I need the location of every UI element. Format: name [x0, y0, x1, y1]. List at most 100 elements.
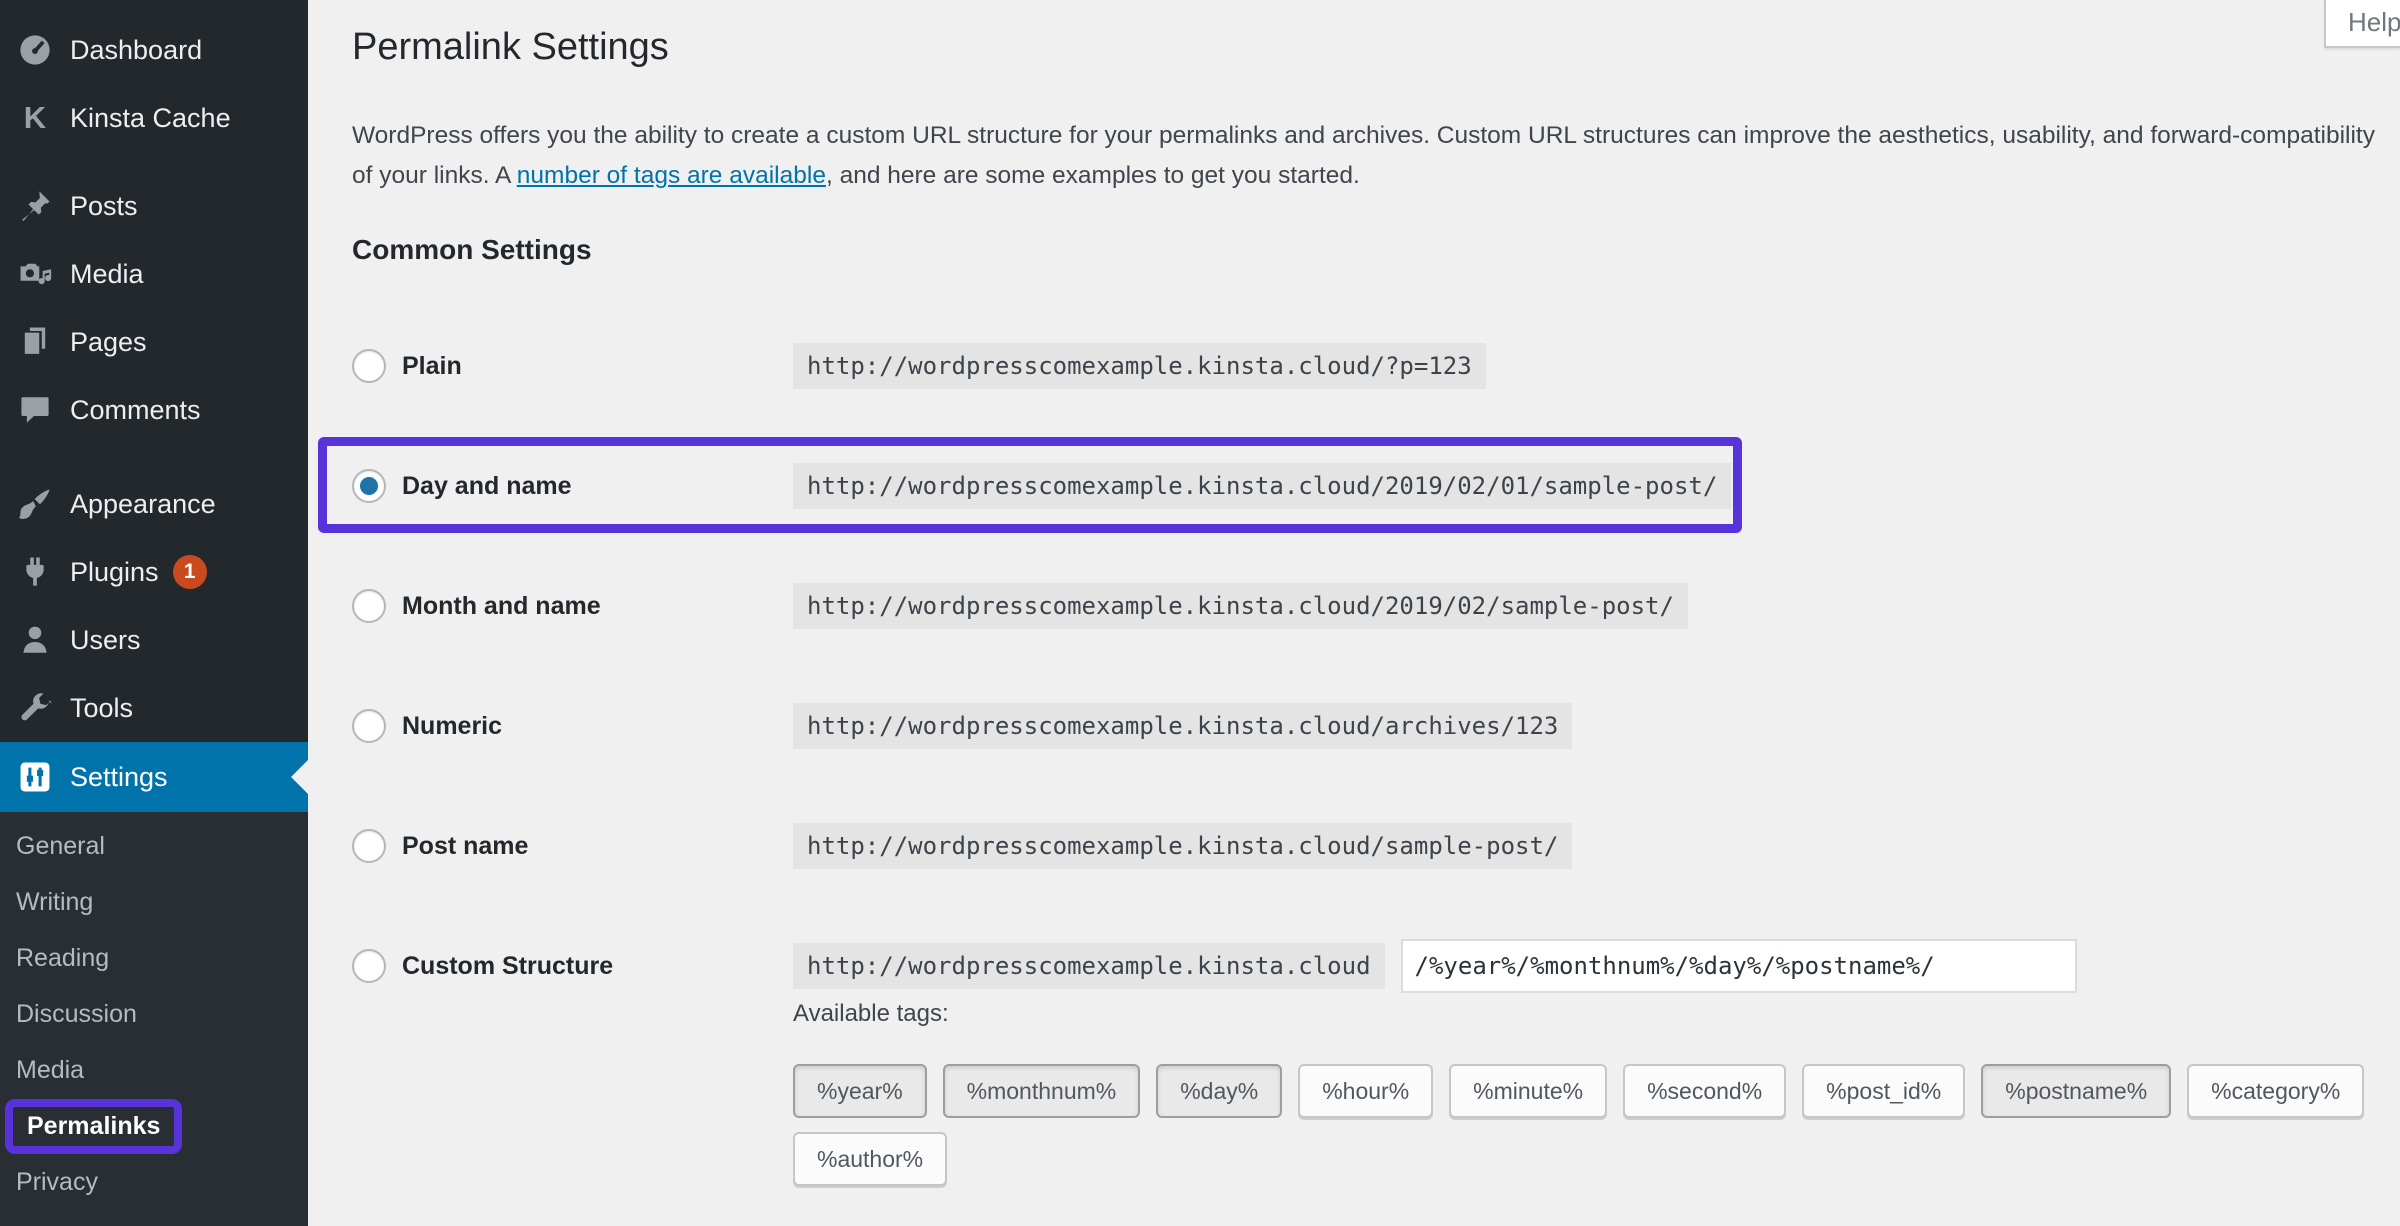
- tag-button-category[interactable]: %category%: [2187, 1064, 2365, 1118]
- sidebar-item-label: Appearance: [70, 488, 216, 519]
- menu-separator: [0, 444, 308, 470]
- day-and-name-radio[interactable]: [352, 469, 386, 503]
- sidebar-item-settings[interactable]: Settings: [0, 742, 308, 812]
- sidebar-item-label: Settings: [70, 761, 168, 792]
- tag-button-second[interactable]: %second%: [1623, 1064, 1787, 1118]
- submenu-label: General: [16, 831, 105, 860]
- tag-button-monthnum[interactable]: %monthnum%: [942, 1064, 1141, 1118]
- plugins-update-badge: 1: [172, 555, 207, 589]
- submenu-item-discussion[interactable]: Discussion: [0, 986, 308, 1042]
- post-name-label: Post name: [402, 831, 529, 860]
- option-row-month-and-name: Month and name http://wordpresscomexampl…: [352, 546, 2077, 666]
- month-and-name-example-url: http://wordpresscomexample.kinsta.cloud/…: [793, 583, 1688, 629]
- submenu-item-reading[interactable]: Reading: [0, 930, 308, 986]
- intro-text-after: , and here are some examples to get you …: [825, 162, 1360, 189]
- tag-button-hour[interactable]: %hour%: [1298, 1064, 1434, 1118]
- sidebar-item-dashboard[interactable]: Dashboard: [0, 16, 308, 84]
- custom-structure-radio[interactable]: [352, 949, 386, 983]
- submenu-item-general[interactable]: General: [0, 818, 308, 874]
- tag-button-year[interactable]: %year%: [793, 1064, 927, 1118]
- plain-example-url: http://wordpresscomexample.kinsta.cloud/…: [793, 343, 1486, 389]
- available-tags-label: Available tags:: [793, 1000, 949, 1027]
- available-tags-buttons: %year% %monthnum% %day% %hour% %minute% …: [793, 1064, 2400, 1186]
- month-and-name-radio[interactable]: [352, 589, 386, 623]
- custom-structure-input[interactable]: [1400, 939, 2077, 993]
- pushpin-icon: [16, 187, 54, 225]
- numeric-option[interactable]: Numeric: [352, 709, 793, 743]
- tag-button-author[interactable]: %author%: [793, 1132, 948, 1186]
- admin-sidebar: Dashboard K Kinsta Cache Posts Media Pag…: [0, 0, 308, 1226]
- admin-menu: Dashboard K Kinsta Cache Posts Media Pag…: [0, 0, 308, 812]
- submenu-label: Discussion: [16, 999, 137, 1028]
- settings-sliders-icon: [16, 758, 54, 796]
- common-settings-heading: Common Settings: [352, 234, 592, 265]
- submenu-label: Privacy: [16, 1167, 98, 1196]
- page-title: Permalink Settings: [352, 26, 669, 68]
- sidebar-item-comments[interactable]: Comments: [0, 376, 308, 444]
- option-row-day-and-name: Day and name http://wordpresscomexample.…: [352, 426, 2077, 546]
- numeric-example-url: http://wordpresscomexample.kinsta.cloud/…: [793, 703, 1573, 749]
- permalinks-highlight-annotation: Permalinks: [5, 1098, 183, 1154]
- sidebar-item-label: Users: [70, 624, 141, 655]
- sidebar-item-label: Tools: [70, 692, 134, 723]
- menu-separator: [0, 152, 308, 172]
- permalink-options: Plain http://wordpresscomexample.kinsta.…: [352, 306, 2077, 1026]
- day-and-name-option[interactable]: Day and name: [352, 469, 793, 503]
- intro-paragraph: WordPress offers you the ability to crea…: [352, 116, 2382, 196]
- option-row-numeric: Numeric http://wordpresscomexample.kinst…: [352, 666, 2077, 786]
- option-row-post-name: Post name http://wordpresscomexample.kin…: [352, 786, 2077, 906]
- tag-button-post-id[interactable]: %post_id%: [1802, 1064, 1966, 1118]
- sidebar-item-label: Pages: [70, 326, 147, 357]
- sidebar-item-kinsta-cache[interactable]: K Kinsta Cache: [0, 84, 308, 152]
- post-name-option[interactable]: Post name: [352, 829, 793, 863]
- dashboard-icon: [16, 31, 54, 69]
- settings-submenu: General Writing Reading Discussion Media…: [0, 812, 308, 1226]
- custom-structure-url-prefix: http://wordpresscomexample.kinsta.cloud: [793, 943, 1385, 989]
- sidebar-item-tools[interactable]: Tools: [0, 674, 308, 742]
- sidebar-item-plugins[interactable]: Plugins 1: [0, 538, 308, 606]
- custom-structure-option[interactable]: Custom Structure: [352, 949, 793, 983]
- month-and-name-option[interactable]: Month and name: [352, 589, 793, 623]
- paintbrush-icon: [16, 485, 54, 523]
- day-and-name-example-url: http://wordpresscomexample.kinsta.cloud/…: [793, 463, 1732, 509]
- sidebar-item-label: Media: [70, 258, 144, 289]
- user-icon: [16, 621, 54, 659]
- month-and-name-label: Month and name: [402, 591, 601, 620]
- post-name-radio[interactable]: [352, 829, 386, 863]
- submenu-label: Reading: [16, 943, 110, 972]
- plain-radio[interactable]: [352, 349, 386, 383]
- wrench-icon: [16, 689, 54, 727]
- pages-icon: [16, 323, 54, 361]
- tag-button-day[interactable]: %day%: [1156, 1064, 1283, 1118]
- submenu-item-permalinks[interactable]: Permalinks: [0, 1098, 308, 1154]
- option-row-custom-structure: Custom Structure http://wordpresscomexam…: [352, 906, 2077, 1026]
- comment-bubble-icon: [16, 391, 54, 429]
- tag-button-postname[interactable]: %postname%: [1981, 1064, 2172, 1118]
- tags-available-link[interactable]: number of tags are available: [517, 162, 826, 189]
- submenu-item-privacy[interactable]: Privacy: [0, 1154, 308, 1210]
- tag-button-minute[interactable]: %minute%: [1449, 1064, 1608, 1118]
- sidebar-item-media[interactable]: Media: [0, 240, 308, 308]
- custom-structure-label: Custom Structure: [402, 951, 614, 980]
- day-and-name-label: Day and name: [402, 471, 572, 500]
- submenu-item-media[interactable]: Media: [0, 1042, 308, 1098]
- sidebar-item-label: Dashboard: [70, 34, 203, 65]
- sidebar-item-appearance[interactable]: Appearance: [0, 470, 308, 538]
- submenu-item-writing[interactable]: Writing: [0, 874, 308, 930]
- post-name-example-url: http://wordpresscomexample.kinsta.cloud/…: [793, 823, 1573, 869]
- numeric-radio[interactable]: [352, 709, 386, 743]
- submenu-label: Media: [16, 1055, 85, 1084]
- sidebar-item-pages[interactable]: Pages: [0, 308, 308, 376]
- sidebar-item-label: Posts: [70, 190, 138, 221]
- plain-option[interactable]: Plain: [352, 349, 793, 383]
- sidebar-item-posts[interactable]: Posts: [0, 172, 308, 240]
- kinsta-icon: K: [23, 100, 47, 135]
- help-tab[interactable]: Help: [2324, 0, 2400, 48]
- submenu-label: Writing: [16, 887, 94, 916]
- plug-icon: [16, 553, 54, 591]
- numeric-label: Numeric: [402, 711, 503, 740]
- sidebar-item-label: Comments: [70, 394, 201, 425]
- media-icon: [16, 255, 54, 293]
- sidebar-item-label: Kinsta Cache: [70, 102, 231, 133]
- sidebar-item-users[interactable]: Users: [0, 606, 308, 674]
